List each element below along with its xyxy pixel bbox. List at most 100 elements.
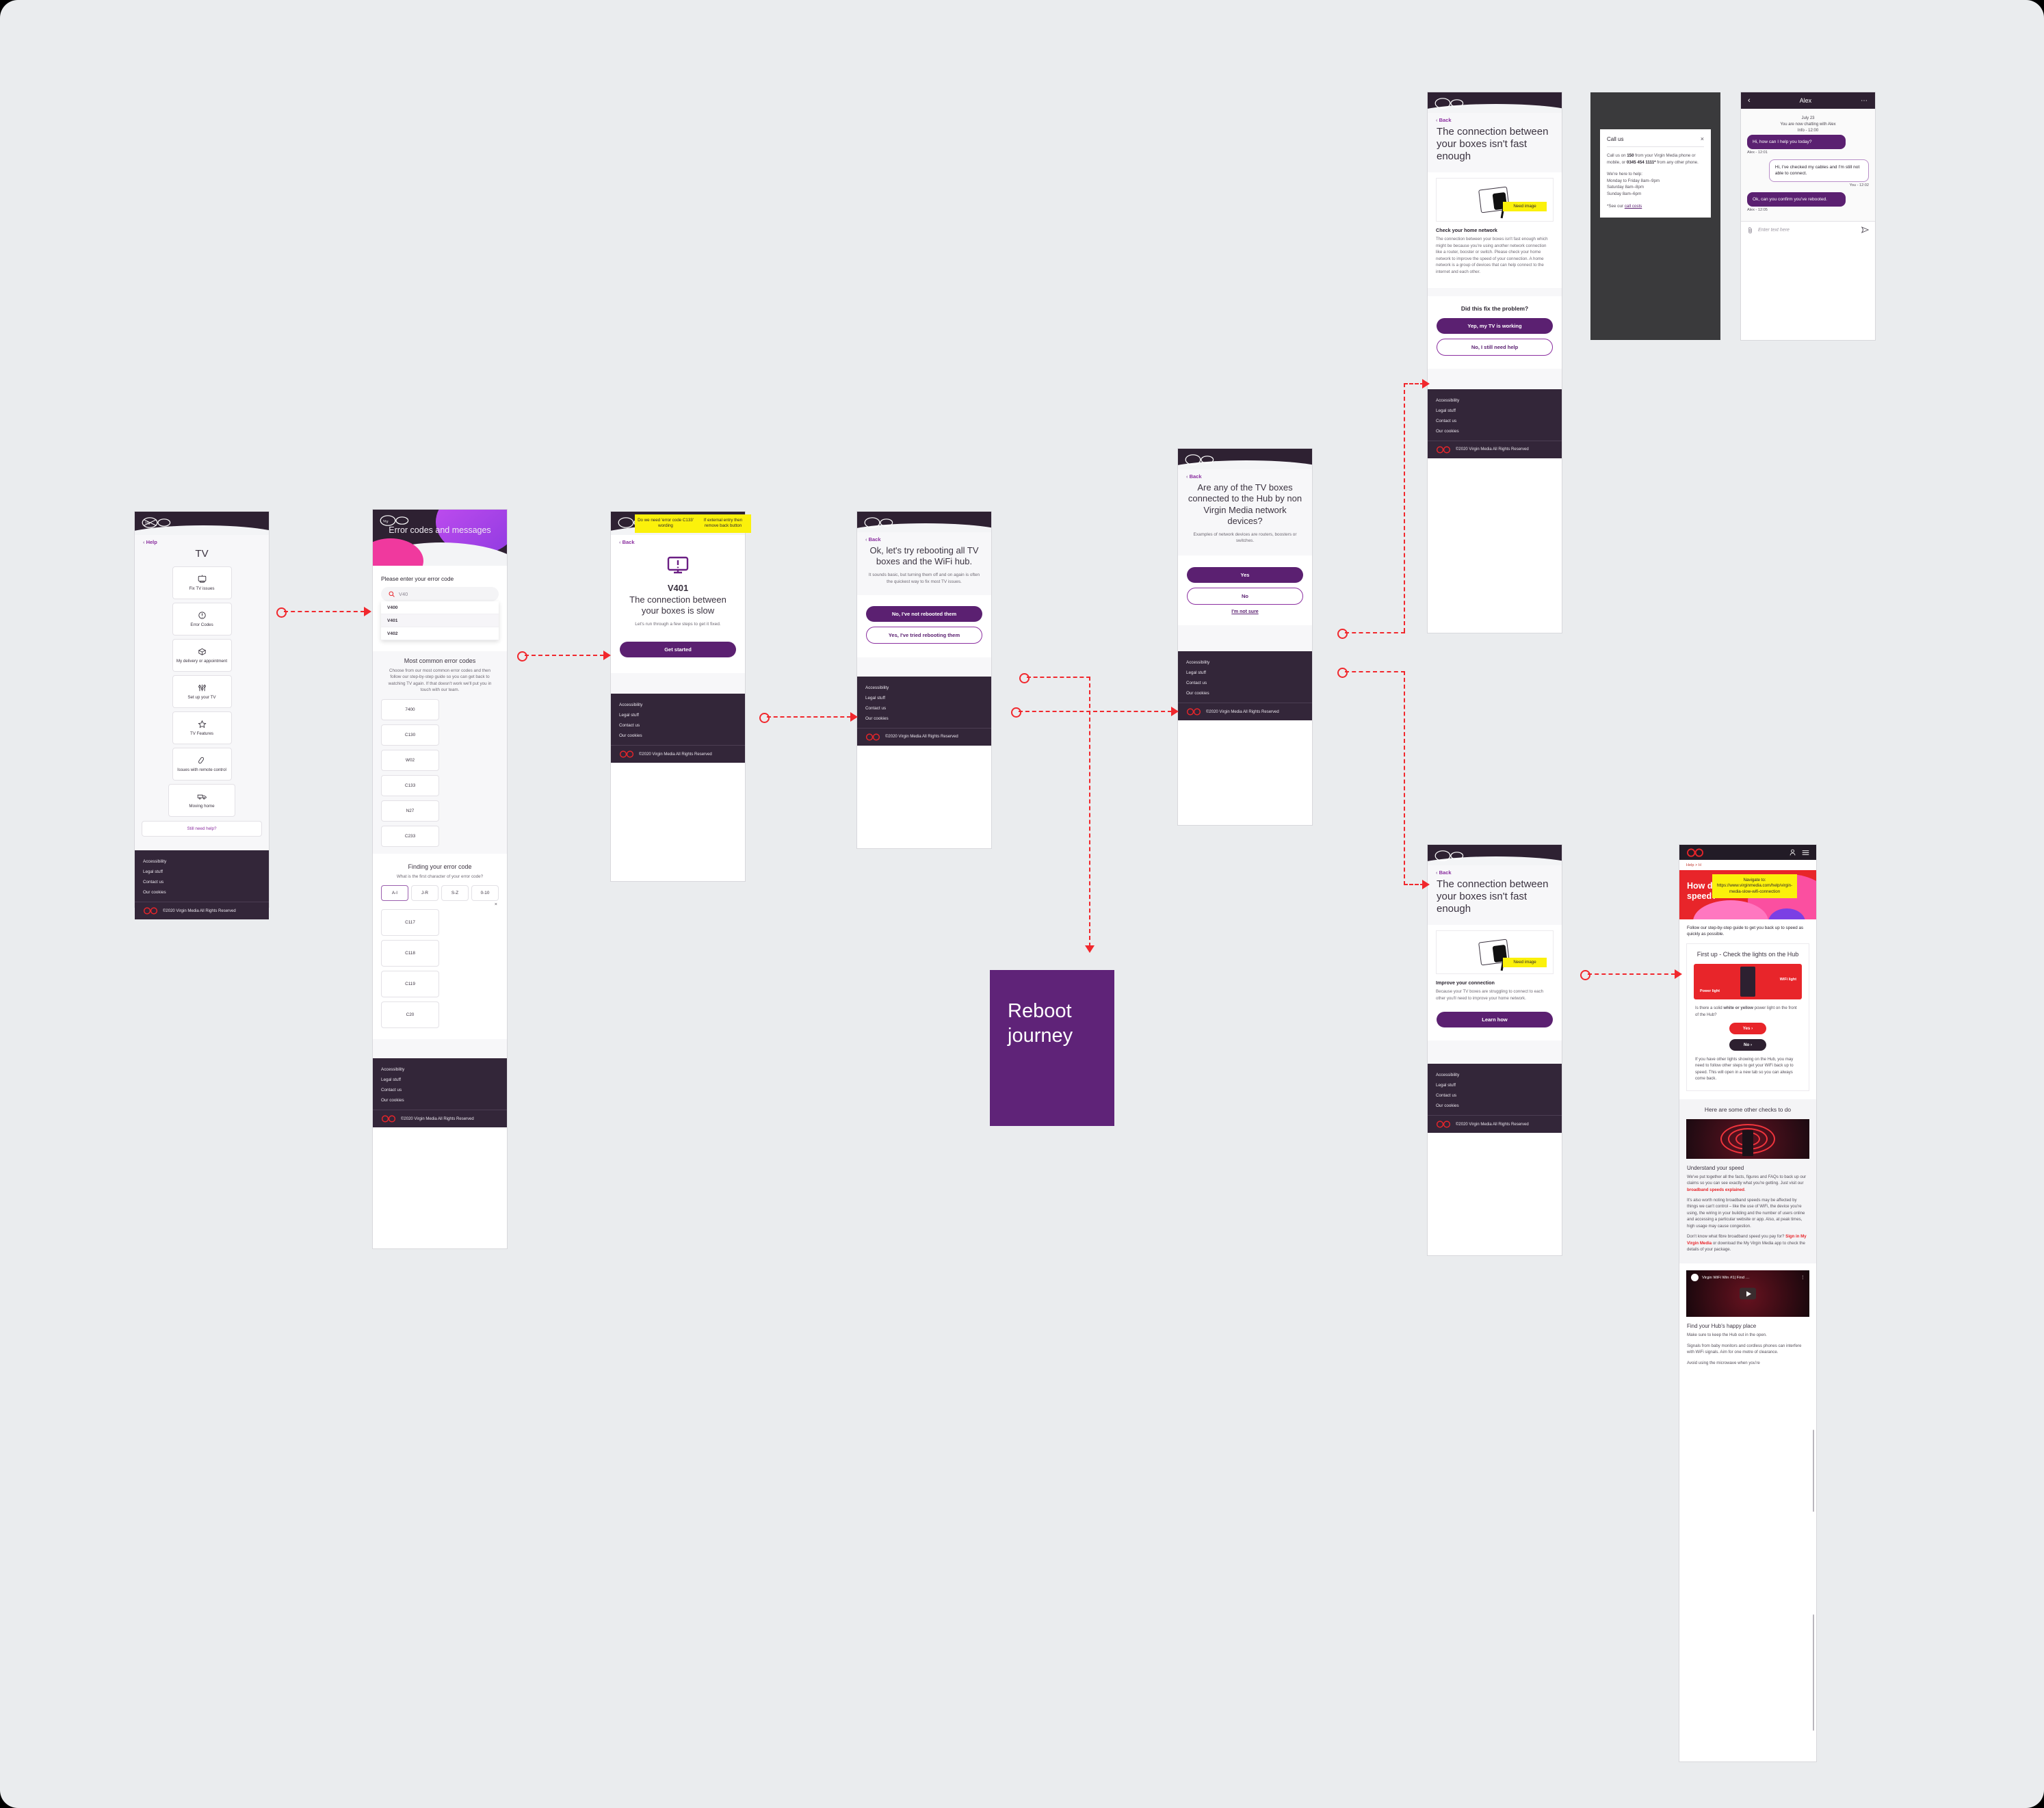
tile-my-delivery-or-appointment[interactable]: My delivery or appointment xyxy=(172,639,232,672)
yes-button[interactable]: Yes › xyxy=(1729,1023,1766,1034)
yes-button[interactable]: Yes xyxy=(1187,567,1303,584)
tile-fix-tv-issues[interactable]: Fix TV issues xyxy=(172,566,232,599)
page-scrollbar[interactable] xyxy=(1813,1614,1814,1731)
footer-link-our-cookies[interactable]: Our cookies xyxy=(1178,688,1312,698)
speed-paragraph-2: It's also worth noting broadband speeds … xyxy=(1687,1197,1805,1229)
range-chip-a-i[interactable]: A-I xyxy=(381,885,408,902)
filtered-code-grid: C117 C118 C119 C20 xyxy=(373,909,507,1029)
other-checks-section: Here are some other checks to do Underst… xyxy=(1679,1099,1816,1264)
footer-link-contact-us[interactable]: Contact us xyxy=(611,720,745,731)
range-chip-s-z[interactable]: S-Z xyxy=(441,885,469,902)
paperclip-icon[interactable] xyxy=(1747,226,1753,234)
svg-text:Vrg: Vrg xyxy=(145,521,150,525)
suggestion-item[interactable]: V402 xyxy=(381,627,499,640)
back-link-help[interactable]: ‹ Help xyxy=(135,535,269,547)
section-body: The connection between your boxes isn't … xyxy=(1436,237,1548,275)
footer-link-our-cookies[interactable]: Our cookies xyxy=(1428,426,1562,436)
code-button[interactable]: W02 xyxy=(381,749,439,771)
get-started-button[interactable]: Get started xyxy=(620,642,736,658)
screen-network-ask: ‹ Back Are any of the TV boxes connected… xyxy=(1178,449,1312,825)
footer-link-contact-us[interactable]: Contact us xyxy=(857,703,991,713)
back-link[interactable]: ‹ Back xyxy=(611,535,745,547)
range-chip-0-10[interactable]: 0-10 xyxy=(471,885,499,902)
footer-link-our-cookies[interactable]: Our cookies xyxy=(611,731,745,741)
search-input[interactable]: V40 xyxy=(381,587,499,601)
tile-error-codes[interactable]: Error Codes xyxy=(172,603,232,636)
footer-link-contact-us[interactable]: Contact us xyxy=(1428,1090,1562,1101)
hub-lights-card: First up - Check the lights on the Hub P… xyxy=(1686,943,1809,1091)
still-need-help-button[interactable]: Still need help? xyxy=(142,821,262,837)
no-button[interactable]: No xyxy=(1187,588,1303,605)
code-button[interactable]: C119 xyxy=(381,971,439,998)
close-icon[interactable]: × xyxy=(1701,135,1704,142)
send-icon[interactable] xyxy=(1861,226,1869,234)
more-icon[interactable]: ⋯ xyxy=(1861,97,1868,105)
chevron-left-icon[interactable]: ‹ xyxy=(1748,96,1751,105)
footer-link-our-cookies[interactable]: Our cookies xyxy=(1428,1101,1562,1111)
tile-tv-features[interactable]: TV Features xyxy=(172,711,232,744)
footer-link-accessibility[interactable]: Accessibility xyxy=(1428,395,1562,406)
footer-link-legal-stuff[interactable]: Legal stuff xyxy=(1428,1080,1562,1090)
code-button[interactable]: C118 xyxy=(381,940,439,967)
footer-link-accessibility[interactable]: Accessibility xyxy=(611,700,745,710)
no-button[interactable]: No › xyxy=(1729,1039,1766,1051)
footer-link-legal-stuff[interactable]: Legal stuff xyxy=(373,1075,507,1085)
footer-link-accessibility[interactable]: Accessibility xyxy=(1178,657,1312,668)
tv-working-button[interactable]: Yep, my TV is working xyxy=(1437,317,1553,334)
footer-link-legal-stuff[interactable]: Legal stuff xyxy=(611,710,745,720)
chat-input-row[interactable]: Enter text here xyxy=(1741,220,1875,239)
back-link[interactable]: ‹ Back xyxy=(857,532,991,544)
footer-copyright-bar: ©2020 Virgin Media All Rights Reserved xyxy=(135,902,269,919)
chevron-left-icon: ‹ xyxy=(143,539,145,545)
tile-set-up-your-tv[interactable]: Set up your TV xyxy=(172,675,232,708)
footer-link-contact-us[interactable]: Contact us xyxy=(135,877,269,887)
footer-link-contact-us[interactable]: Contact us xyxy=(1428,416,1562,426)
play-icon[interactable] xyxy=(1740,1287,1756,1300)
im-not-sure-link[interactable]: I'm not sure xyxy=(1178,610,1312,614)
code-button[interactable]: C20 xyxy=(381,1001,439,1029)
footer-link-legal-stuff[interactable]: Legal stuff xyxy=(1428,406,1562,416)
suggestion-item[interactable]: V401 xyxy=(381,614,499,627)
page-scrollbar[interactable] xyxy=(1813,1430,1814,1512)
hamburger-icon[interactable] xyxy=(1802,850,1809,856)
code-button[interactable]: C130 xyxy=(381,724,439,746)
range-chip-j-r[interactable]: J-R xyxy=(411,885,438,902)
broadband-speeds-link[interactable]: broadband speeds explained xyxy=(1687,1188,1744,1192)
footer-link-contact-us[interactable]: Contact us xyxy=(373,1085,507,1095)
back-link[interactable]: ‹ Back xyxy=(1428,113,1562,125)
footer-link-contact-us[interactable]: Contact us xyxy=(1178,678,1312,688)
call-costs-footnote: *See our call costs xyxy=(1607,203,1642,209)
not-rebooted-button[interactable]: No, I've not rebooted them xyxy=(866,605,982,622)
learn-how-button[interactable]: Learn how xyxy=(1437,1012,1553,1028)
footer-link-our-cookies[interactable]: Our cookies xyxy=(857,713,991,724)
account-icon[interactable] xyxy=(1790,849,1796,856)
tile-moving-home[interactable]: Moving home xyxy=(168,784,235,817)
call-costs-link[interactable]: call costs xyxy=(1625,204,1642,209)
footer-link-accessibility[interactable]: Accessibility xyxy=(373,1064,507,1075)
arrow-tv-to-error-codes xyxy=(276,607,374,618)
footer-link-accessibility[interactable]: Accessibility xyxy=(1428,1070,1562,1080)
already-rebooted-button[interactable]: Yes, I've tried rebooting them xyxy=(866,626,982,644)
still-need-help-button[interactable]: No, I still need help xyxy=(1437,338,1553,356)
footer-link-accessibility[interactable]: Accessibility xyxy=(857,683,991,693)
code-button[interactable]: N27 xyxy=(381,800,439,822)
code-button[interactable]: C117 xyxy=(381,909,439,936)
video-player[interactable]: Virgin WiFi Win #1| Find … ⋮ xyxy=(1686,1270,1809,1318)
virgin-media-logo-icon xyxy=(1434,97,1465,109)
footer-link-our-cookies[interactable]: Our cookies xyxy=(135,887,269,898)
footer-link-accessibility[interactable]: Accessibility xyxy=(135,856,269,867)
kebab-icon[interactable]: ⋮ xyxy=(1800,1276,1805,1280)
footer-link-legal-stuff[interactable]: Legal stuff xyxy=(857,693,991,703)
code-button[interactable]: C133 xyxy=(381,774,439,796)
code-button[interactable]: C233 xyxy=(381,825,439,847)
close-icon[interactable]: × xyxy=(495,902,497,907)
back-link[interactable]: ‹ Back xyxy=(1428,865,1562,877)
back-link[interactable]: ‹ Back xyxy=(1178,469,1312,481)
footer-link-legal-stuff[interactable]: Legal stuff xyxy=(1178,668,1312,678)
footer-link-legal-stuff[interactable]: Legal stuff xyxy=(135,867,269,877)
code-button[interactable]: 7400 xyxy=(381,698,439,720)
tile-issues-with-remote-control[interactable]: Issues with remote control xyxy=(172,748,232,781)
suggestion-item[interactable]: V400 xyxy=(381,601,499,614)
footer-copyright-bar: ©2020 Virgin Media All Rights Reserved xyxy=(611,745,745,763)
footer-link-our-cookies[interactable]: Our cookies xyxy=(373,1095,507,1105)
